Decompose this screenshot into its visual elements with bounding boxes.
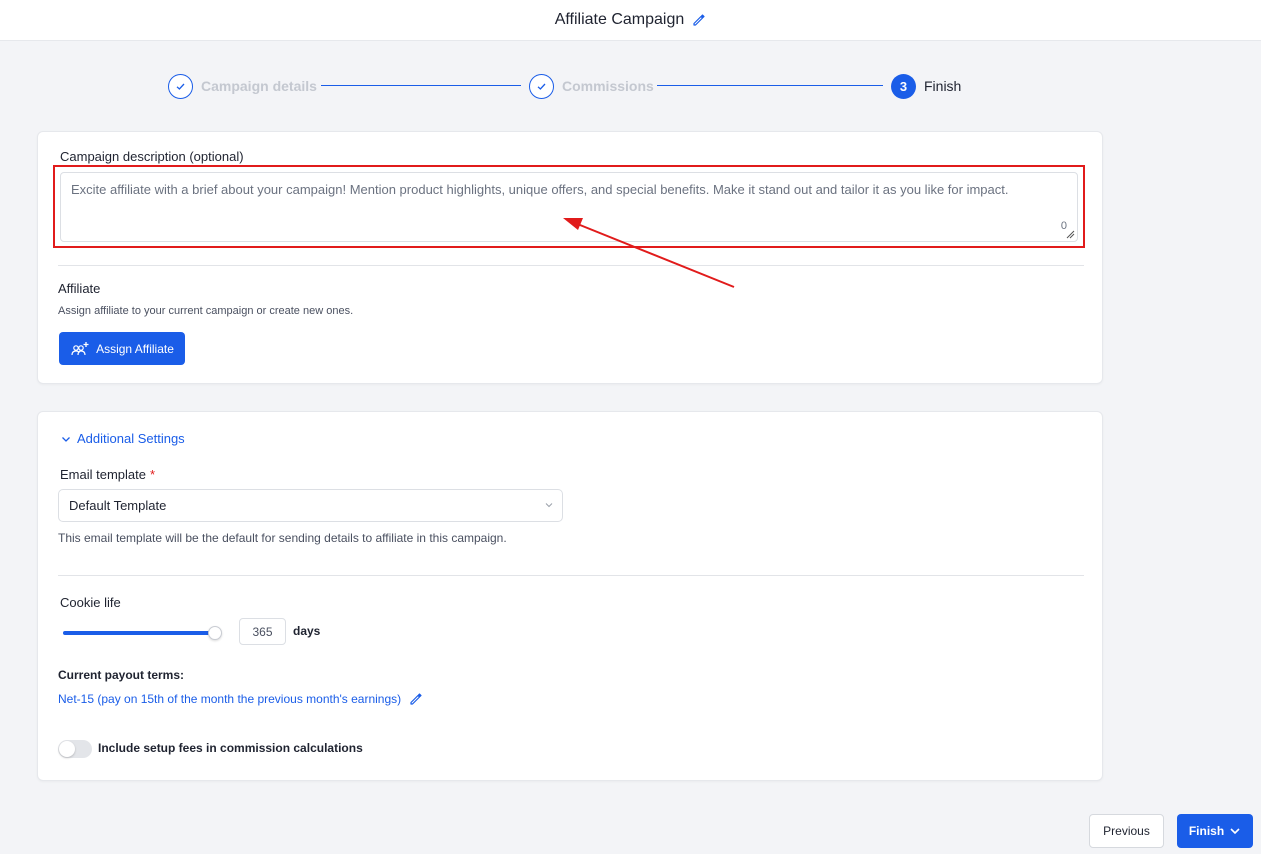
cookie-life-label: Cookie life xyxy=(60,595,121,610)
assign-affiliate-label: Assign Affiliate xyxy=(96,341,174,356)
step-label: Finish xyxy=(924,78,962,94)
chevron-down-icon xyxy=(1230,828,1240,835)
step-connector xyxy=(657,85,883,86)
description-label: Campaign description (optional) xyxy=(60,149,244,164)
email-template-hint: This email template will be the default … xyxy=(58,531,507,545)
additional-settings-label: Additional Settings xyxy=(77,431,185,446)
email-template-select[interactable]: Default Template xyxy=(58,489,563,522)
pencil-icon[interactable] xyxy=(692,13,706,27)
resize-handle-icon[interactable] xyxy=(1065,229,1075,239)
email-template-value: Default Template xyxy=(69,498,167,513)
cookie-days-input[interactable]: 365 xyxy=(239,618,286,645)
toggle-knob xyxy=(59,741,75,757)
step-finish[interactable]: 3 Finish xyxy=(891,73,961,99)
top-bar: Affiliate Campaign xyxy=(0,0,1261,41)
payout-terms-link[interactable]: Net-15 (pay on 15th of the month the pre… xyxy=(58,692,423,706)
email-template-label-text: Email template xyxy=(60,467,146,482)
step-connector xyxy=(321,85,521,86)
affiliate-title: Affiliate xyxy=(58,281,101,296)
payout-terms-label: Current payout terms: xyxy=(58,668,185,682)
description-textarea[interactable]: Excite affiliate with a brief about your… xyxy=(60,172,1078,242)
finish-label: Finish xyxy=(1188,824,1225,838)
finish-button[interactable]: Finish xyxy=(1177,814,1253,848)
chevron-down-icon xyxy=(545,503,553,508)
campaign-info-card: Campaign description (optional) Excite a… xyxy=(37,131,1103,384)
payout-terms-value: Net-15 (pay on 15th of the month the pre… xyxy=(58,692,402,706)
step-label: Commissions xyxy=(562,78,654,94)
cookie-life-slider-handle[interactable] xyxy=(208,626,222,640)
users-plus-icon xyxy=(71,341,89,355)
check-icon xyxy=(168,73,193,99)
step-commissions[interactable]: Commissions xyxy=(529,73,654,99)
step-label: Campaign details xyxy=(201,78,317,94)
highlight-box: Excite affiliate with a brief about your… xyxy=(53,165,1085,248)
previous-button[interactable]: Previous xyxy=(1089,814,1164,848)
email-template-label: Email template * xyxy=(60,467,155,482)
divider xyxy=(58,265,1084,266)
additional-settings-card: Additional Settings Email template * Defa… xyxy=(37,411,1103,781)
additional-settings-toggle[interactable]: Additional Settings xyxy=(60,431,185,446)
setup-fees-toggle[interactable] xyxy=(58,740,92,758)
pencil-icon[interactable] xyxy=(409,692,423,706)
check-icon xyxy=(529,73,554,99)
step-number: 3 xyxy=(891,73,916,99)
progress-stepper: Campaign details Commissions 3 Finish xyxy=(168,73,968,99)
chevron-down-icon xyxy=(62,436,70,442)
affiliate-hint: Assign affiliate to your current campaig… xyxy=(58,305,354,317)
assign-affiliate-button[interactable]: Assign Affiliate xyxy=(59,332,185,365)
step-campaign-details[interactable]: Campaign details xyxy=(168,73,317,99)
required-mark: * xyxy=(149,467,156,482)
days-unit-label: days xyxy=(293,624,321,638)
cookie-life-slider-track[interactable] xyxy=(63,631,215,635)
divider xyxy=(58,575,1084,576)
setup-fees-label: Include setup fees in commission calcula… xyxy=(98,741,363,755)
description-placeholder: Excite affiliate with a brief about your… xyxy=(71,182,1009,197)
campaign-title: Affiliate Campaign xyxy=(554,11,685,28)
